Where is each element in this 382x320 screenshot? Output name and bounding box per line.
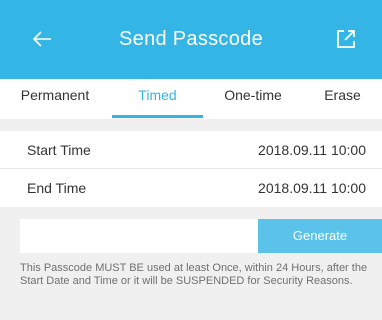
tab-timed[interactable]: Timed (112, 79, 203, 119)
share-icon[interactable] (335, 28, 357, 50)
active-tab-indicator (112, 115, 203, 118)
start-time-label: Start Time (27, 142, 91, 158)
start-time-value[interactable]: 2018.09.11 10:00 (258, 131, 366, 169)
tab-permanent[interactable]: Permanent (0, 79, 110, 119)
generate-button[interactable]: Generate (258, 219, 382, 253)
end-time-value[interactable]: 2018.09.11 10:00 (258, 169, 366, 207)
tab-one-time[interactable]: One-time (203, 79, 303, 119)
tab-erase[interactable]: Erase (303, 79, 382, 119)
app-header: Send Passcode (0, 0, 382, 79)
section-gap (0, 119, 382, 131)
page-title: Send Passcode (119, 28, 263, 50)
tab-bar: Permanent Timed One-time Erase (0, 79, 382, 119)
end-time-row[interactable]: End Time 2018.09.11 10:00 (0, 169, 382, 207)
end-time-label: End Time (27, 180, 87, 196)
passcode-output-field (20, 219, 258, 253)
passcode-notice: This Passcode MUST BE used at least Once… (20, 262, 368, 287)
start-time-row[interactable]: Start Time 2018.09.11 10:00 (0, 131, 382, 169)
